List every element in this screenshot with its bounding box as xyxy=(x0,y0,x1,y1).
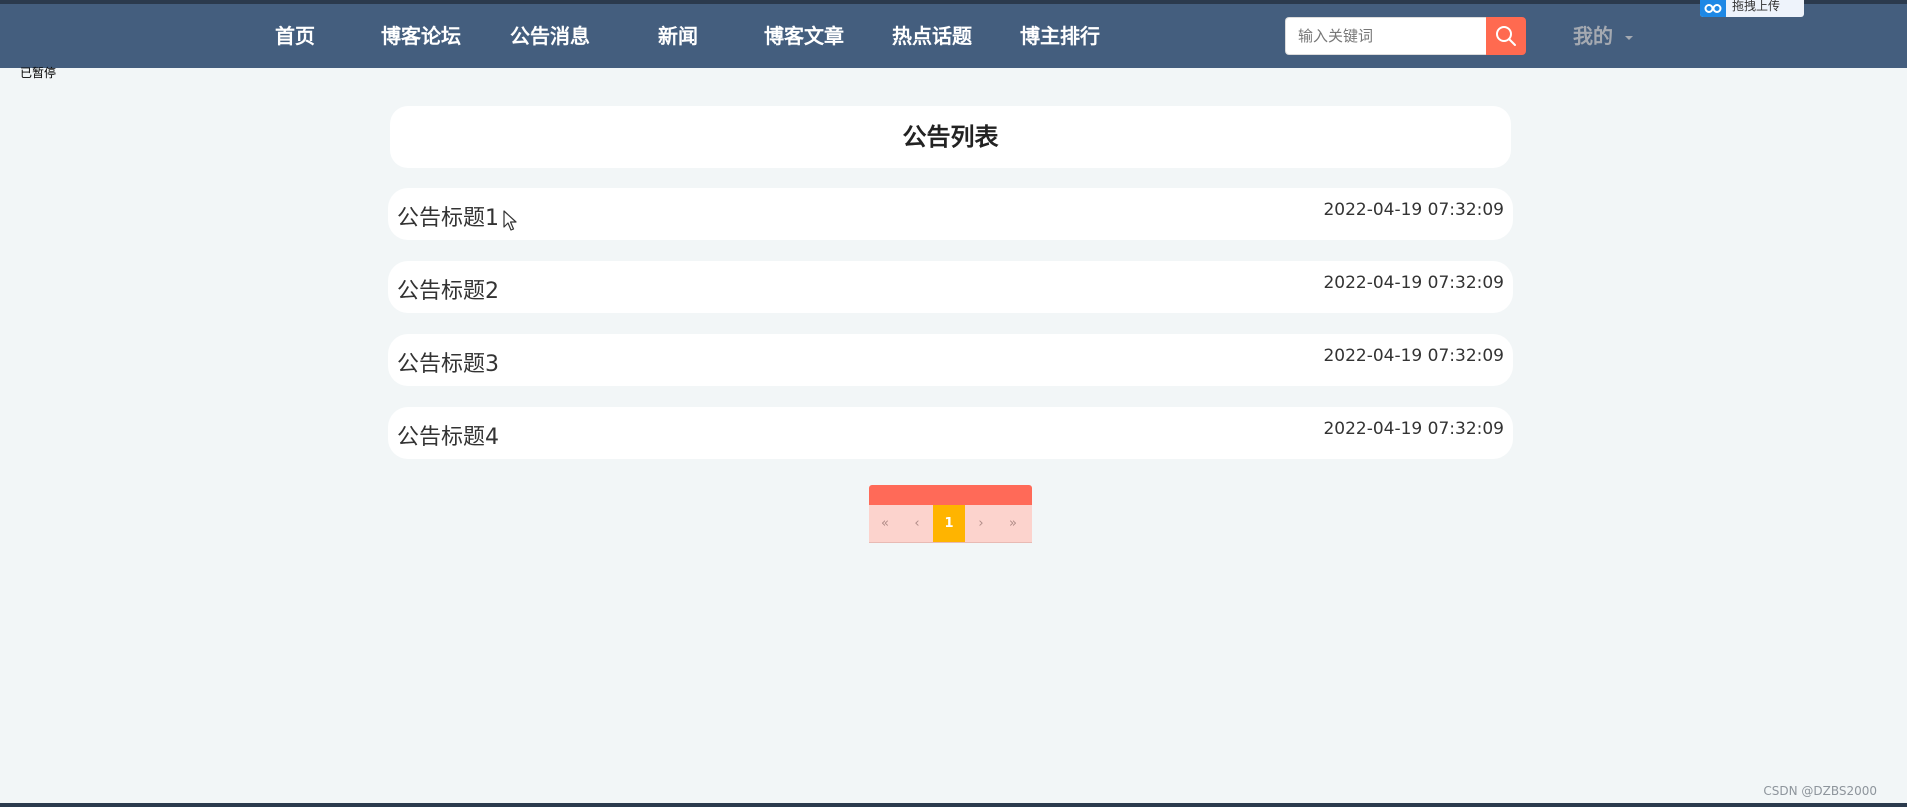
my-account-menu[interactable]: 我的 xyxy=(1573,4,1633,68)
drag-upload-label: 拖拽上传 xyxy=(1732,0,1781,13)
notice-time: 2022-04-19 07:32:09 xyxy=(1323,419,1504,439)
my-account-label: 我的 xyxy=(1573,24,1613,48)
paused-label: 已暂停 xyxy=(20,66,57,80)
nav-item-blogger-ranking[interactable]: 博主排行 xyxy=(1020,4,1100,68)
last-page-button[interactable]: » xyxy=(997,505,1029,542)
first-page-button[interactable]: « xyxy=(869,505,901,542)
pagination-header xyxy=(869,485,1032,505)
notice-title[interactable]: 公告标题4 xyxy=(397,419,499,451)
notice-time: 2022-04-19 07:32:09 xyxy=(1323,200,1504,220)
next-page-button[interactable]: › xyxy=(965,505,997,542)
search-input[interactable] xyxy=(1285,17,1487,55)
search-button[interactable] xyxy=(1486,17,1526,55)
current-page-button[interactable]: 1 xyxy=(933,505,965,542)
nav-item-home[interactable]: 首页 xyxy=(275,4,315,68)
notice-title[interactable]: 公告标题1 xyxy=(397,200,499,232)
notice-time: 2022-04-19 07:32:09 xyxy=(1323,273,1504,293)
nav-item-news[interactable]: 新闻 xyxy=(658,4,698,68)
nav-item-announcements[interactable]: 公告消息 xyxy=(510,4,590,68)
notice-row[interactable]: 公告标题4 2022-04-19 07:32:09 xyxy=(388,407,1513,459)
notice-row[interactable]: 公告标题3 2022-04-19 07:32:09 xyxy=(388,334,1513,386)
nav-item-blog-forum[interactable]: 博客论坛 xyxy=(381,4,461,68)
pagination: « ‹ 1 › » xyxy=(869,505,1032,543)
notice-time: 2022-04-19 07:32:09 xyxy=(1323,346,1504,366)
notice-row[interactable]: 公告标题1 2022-04-19 07:32:09 xyxy=(388,188,1513,240)
notice-row[interactable]: 公告标题2 2022-04-19 07:32:09 xyxy=(388,261,1513,313)
search-icon xyxy=(1496,26,1516,46)
prev-page-button[interactable]: ‹ xyxy=(901,505,933,542)
nav-item-blog-articles[interactable]: 博客文章 xyxy=(764,4,844,68)
notice-list-title: 公告列表 xyxy=(390,106,1511,168)
nav-item-hot-topics[interactable]: 热点话题 xyxy=(892,4,972,68)
notice-title[interactable]: 公告标题3 xyxy=(397,346,499,378)
notice-title[interactable]: 公告标题2 xyxy=(397,273,499,305)
drag-upload-widget[interactable]: 拖拽上传 xyxy=(1700,0,1804,17)
chevron-down-icon xyxy=(1625,35,1633,40)
upload-logo-icon xyxy=(1700,0,1726,17)
bottom-edge-line xyxy=(0,803,1907,807)
watermark: CSDN @DZBS2000 xyxy=(1763,784,1877,798)
mouse-cursor-icon xyxy=(503,210,517,231)
top-navbar: 首页 博客论坛 公告消息 新闻 博客文章 热点话题 博主排行 我的 xyxy=(0,4,1907,68)
